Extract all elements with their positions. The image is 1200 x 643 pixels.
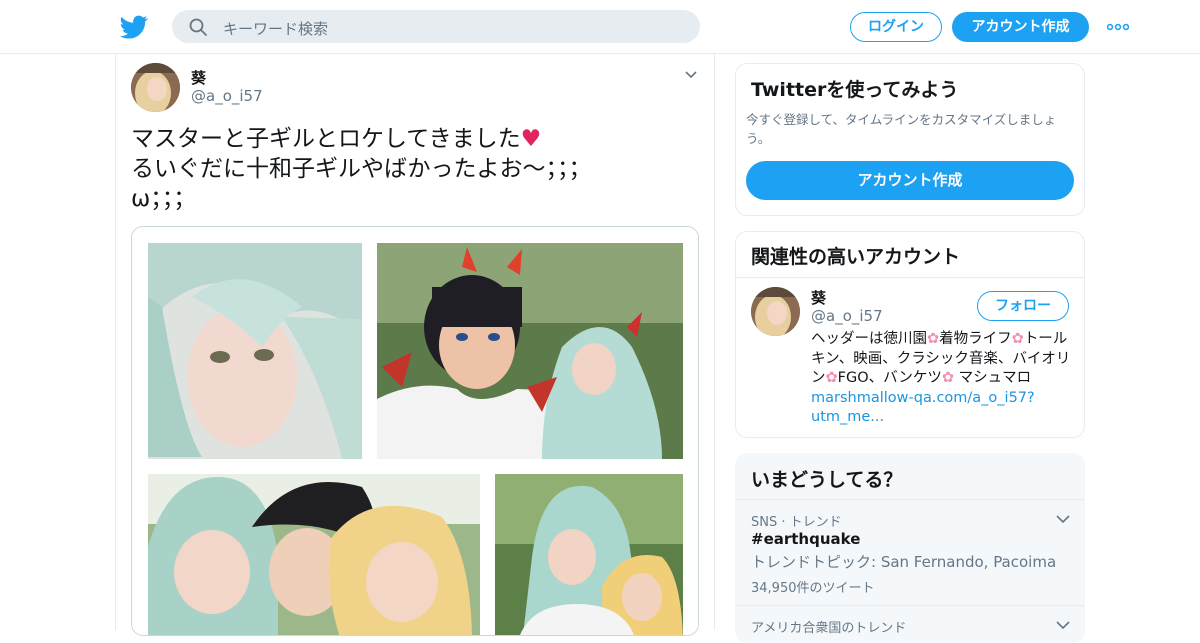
flower-icon: ✿ <box>1011 331 1024 347</box>
trend-description: トレンドトピック: San Fernando, Pacoima <box>751 553 1057 571</box>
avatar[interactable] <box>751 287 800 336</box>
divider <box>736 605 1084 606</box>
chevron-down-icon[interactable] <box>684 68 698 82</box>
bio-link[interactable]: marshmallow-qa.com/a_o_i57?utm_me... <box>811 390 1035 426</box>
trends-card-title: いまどうしてる？ <box>751 469 903 491</box>
twitter-logo-icon[interactable] <box>120 13 148 41</box>
top-bar: キーワード検索 ログイン アカウント作成 <box>0 0 1200 54</box>
trend-tweet-count: 34,950件のツイート <box>751 581 875 596</box>
follow-button[interactable]: フォロー <box>977 291 1069 321</box>
bio-text: マシュマロ <box>954 370 1032 386</box>
search-input[interactable]: キーワード検索 <box>172 10 700 43</box>
related-card-title: 関連性の高いアカウント <box>751 246 961 268</box>
signup-card: Twitterを使ってみよう 今すぐ登録して、タイムラインをカスタマイズしましょ… <box>735 63 1085 216</box>
related-accounts-card: 関連性の高いアカウント 葵 @a_o_i57 フォロー ヘッダーは徳川園✿着物ラ… <box>735 231 1085 438</box>
bio-text: FGO、バンケツ <box>837 370 942 386</box>
search-icon <box>189 18 207 36</box>
related-account-bio: ヘッダーは徳川園✿着物ライフ✿トールキン、映画、クラシック音楽、バイオリン✿FG… <box>811 330 1073 428</box>
signup-card-subtitle: 今すぐ登録して、タイムラインをカスタマイズしましょう。 <box>746 112 1057 146</box>
divider <box>736 277 1084 278</box>
trends-card: いまどうしてる？ SNS · トレンド #earthquake トレンドトピック… <box>735 453 1085 643</box>
tweet-column: 葵 @a_o_i57 マスターと子ギルとロケしてきました♥ るいぐだに十和子ギル… <box>115 54 715 636</box>
tweet-text-line3: ω；；； <box>131 186 197 212</box>
create-account-button[interactable]: アカウント作成 <box>746 161 1074 200</box>
photo-panel-2 <box>377 243 683 459</box>
signup-button[interactable]: アカウント作成 <box>952 12 1089 42</box>
photo-panel-4 <box>495 474 683 635</box>
login-button[interactable]: ログイン <box>850 12 942 42</box>
flower-icon: ✿ <box>927 331 940 347</box>
search-placeholder: キーワード検索 <box>223 20 329 38</box>
tweet-photo[interactable] <box>131 226 699 636</box>
related-account-name[interactable]: 葵 <box>811 287 826 308</box>
chevron-down-icon[interactable] <box>1056 620 1070 630</box>
more-options-icon[interactable] <box>1107 22 1129 32</box>
related-account-handle[interactable]: @a_o_i57 <box>811 307 883 325</box>
chevron-down-icon[interactable] <box>1056 514 1070 524</box>
signup-card-title: Twitterを使ってみよう <box>751 79 959 101</box>
trend-name[interactable]: #earthquake <box>751 530 860 548</box>
photo-panel-3 <box>148 474 480 635</box>
heart-emoji-icon: ♥ <box>520 126 542 152</box>
trend-meta: アメリカ合衆国のトレンド <box>751 621 907 636</box>
trend-meta: SNS · トレンド <box>751 515 842 530</box>
avatar[interactable] <box>131 63 180 112</box>
tweet-text-line1: マスターと子ギルとロケしてきました <box>131 126 521 152</box>
tweet-text: マスターと子ギルとロケしてきました♥ るいぐだに十和子ギルやばかったよお〜；；；… <box>131 124 691 214</box>
bio-text: 着物ライフ <box>939 331 1012 347</box>
bio-text: ヘッダーは徳川園 <box>811 331 927 347</box>
flower-icon: ✿ <box>825 370 838 386</box>
flower-icon: ✿ <box>941 370 955 386</box>
tweet-author-handle[interactable]: @a_o_i57 <box>191 87 263 105</box>
divider <box>736 499 1084 500</box>
photo-panel-1 <box>148 243 362 459</box>
tweet-author-name[interactable]: 葵 <box>191 67 206 88</box>
tweet-text-line2: るいぐだに十和子ギルやばかったよお〜；；； <box>131 156 592 182</box>
